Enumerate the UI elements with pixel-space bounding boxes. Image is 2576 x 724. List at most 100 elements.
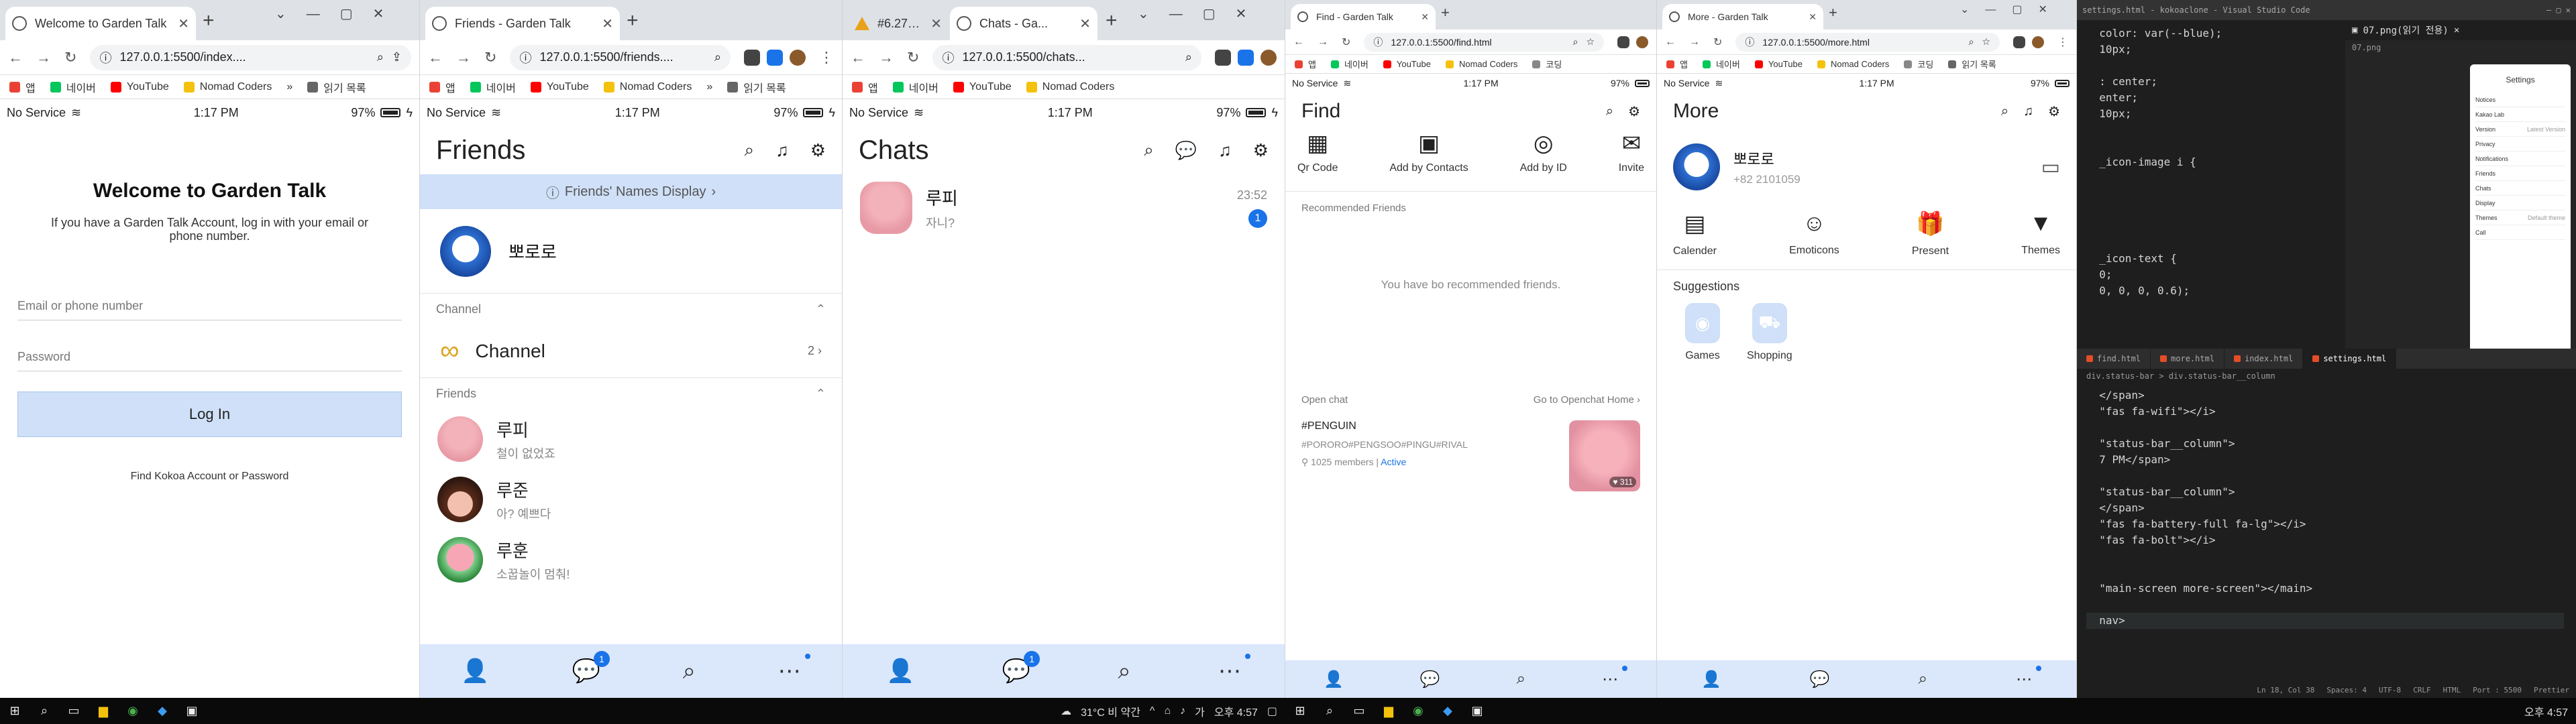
browser-tab[interactable]: Friends - Garden Talk ✕ (425, 7, 620, 40)
code-editor-top[interactable]: color: var(--blue); 10px; : center; ente… (2077, 20, 2345, 349)
back-icon[interactable]: ← (851, 49, 865, 66)
channel-section-header[interactable]: Channel ⌃ (420, 294, 842, 324)
present-button[interactable]: 🎁 Present (1912, 210, 1949, 257)
gear-icon[interactable]: ⚙ (2048, 103, 2060, 120)
file-explorer-icon[interactable]: ▆ (1379, 702, 1398, 721)
weather-text[interactable]: 31°C 비 약간 (1081, 703, 1140, 719)
nav-more-icon[interactable]: ⋯ (2016, 665, 2042, 689)
app-icon[interactable]: ▣ (1468, 702, 1487, 721)
bookmark-nomad[interactable]: Nomad Coders (1026, 81, 1114, 93)
window-controls[interactable]: ⌄—▢✕ (275, 5, 404, 22)
search-icon[interactable]: ⌕ (1606, 104, 1613, 119)
bookmark-naver[interactable]: 네이버 (892, 79, 938, 95)
reload-icon[interactable]: ↻ (907, 49, 919, 66)
bookmark-coding[interactable]: 코딩 (1532, 58, 1562, 70)
vscode-icon[interactable]: ◆ (1438, 702, 1457, 721)
search-icon[interactable]: ⌕ (1185, 50, 1192, 64)
profile-avatar-icon[interactable] (2032, 36, 2044, 48)
emoticons-button[interactable]: ☺ Emoticons (1789, 210, 1839, 257)
calendar-button[interactable]: ▤ Calender (1673, 210, 1717, 257)
nav-chats-icon[interactable]: 💬 (1810, 670, 1830, 689)
themes-button[interactable]: ▼ Themes (2021, 210, 2060, 257)
editor-tab[interactable]: find.html (2077, 349, 2151, 369)
friends-section-header[interactable]: Friends ⌃ (420, 378, 842, 409)
music-icon[interactable]: ♫ (1218, 140, 1232, 161)
ime-indicator-icon[interactable]: 가 (1195, 703, 1205, 719)
search-icon[interactable]: ⌕ (1144, 139, 1154, 161)
status-item[interactable]: Spaces: 4 (2326, 686, 2367, 695)
menu-icon[interactable]: ⋮ (2057, 36, 2068, 49)
search-icon[interactable]: ⌕ (377, 50, 384, 64)
forward-icon[interactable]: → (1318, 36, 1328, 48)
open-chat-item[interactable]: #PENGUIN #PORORO#PENGSOO#PINGU#RIVAL ⚲ 1… (1285, 410, 1656, 502)
login-button[interactable]: Log In (17, 391, 402, 437)
chat-bubble-icon[interactable]: ▭ (2041, 156, 2060, 179)
openchat-home-link[interactable]: Go to Openchat Home › (1534, 394, 1640, 406)
windows-start-icon[interactable]: ⊞ (5, 702, 24, 721)
forward-icon[interactable]: → (879, 49, 894, 66)
forward-icon[interactable]: → (36, 49, 51, 66)
browser-tab[interactable]: Welcome to Garden Talk ✕ (5, 7, 196, 40)
bookmark-apps[interactable]: 앱 (429, 79, 455, 95)
status-item[interactable]: CRLF (2413, 686, 2431, 695)
bookmark-naver[interactable]: 네이버 (50, 79, 96, 95)
address-bar[interactable]: ⓘ 127.0.0.1:5500/chats... ⌕ (932, 44, 1201, 70)
close-tab-icon[interactable]: ✕ (1079, 15, 1091, 32)
chat-list-item[interactable]: 루피 자니? 23:52 1 (843, 174, 1285, 241)
address-bar[interactable]: ⓘ 127.0.0.1:5500/find.html ⌕ ☆ (1364, 32, 1604, 52)
clock-text[interactable]: 오후 4:57 (1214, 703, 1258, 719)
reload-icon[interactable]: ↻ (1342, 36, 1350, 49)
extension-icon[interactable] (2013, 36, 2025, 48)
bookmark-reading-list[interactable]: 읽기 목록 (1948, 58, 1996, 70)
nav-friends-icon[interactable]: 👤 (1324, 670, 1344, 689)
browser-tab[interactable]: Chats - Ga... ✕ (950, 7, 1097, 40)
search-icon[interactable]: ⌕ (745, 139, 755, 161)
shopping-button[interactable]: ⛟ Shopping (1747, 303, 1792, 362)
bookmark-apps[interactable]: 앱 (9, 79, 36, 95)
bookmark-reading-list[interactable]: 읽기 목록 (307, 79, 366, 95)
back-icon[interactable]: ← (1293, 36, 1304, 48)
nav-more-icon[interactable]: ⋯ (1602, 665, 1628, 689)
bookmark-naver[interactable]: 네이버 (1330, 58, 1368, 70)
preview-tab[interactable]: ▣ 07.png(읽기 전용) ✕ (2345, 20, 2576, 40)
search-icon[interactable]: ⌕ (714, 50, 721, 64)
editor-tab[interactable]: more.html (2151, 349, 2225, 369)
search-icon[interactable]: ⌕ (2001, 104, 2008, 119)
list-item[interactable]: 루피 철이 없었죠 (420, 409, 842, 469)
search-icon[interactable]: ⌕ (35, 702, 54, 721)
new-tab-button[interactable]: + (203, 9, 215, 32)
nav-friends-icon[interactable]: 👤 (461, 658, 489, 684)
star-icon[interactable]: ☆ (1982, 36, 1990, 48)
forward-icon[interactable]: → (1689, 36, 1700, 48)
menu-icon[interactable]: ⋮ (819, 49, 834, 66)
close-tab-icon[interactable]: ✕ (602, 15, 613, 32)
bookmark-coding[interactable]: 코딩 (1904, 58, 1933, 70)
app-icon[interactable]: ▣ (182, 702, 201, 721)
address-bar[interactable]: ⓘ 127.0.0.1:5500/more.html ⌕ ☆ (1735, 32, 2000, 52)
windows-start-icon[interactable]: ⊞ (1291, 702, 1309, 721)
nav-friends-icon[interactable]: 👤 (886, 658, 914, 684)
back-icon[interactable]: ← (8, 49, 23, 66)
bookmark-apps[interactable]: 앱 (852, 79, 878, 95)
window-controls[interactable]: ⌄—▢✕ (1960, 3, 2063, 16)
my-profile[interactable]: 뽀로로 (420, 209, 842, 294)
add-by-id-button[interactable]: ◎ Add by ID (1520, 130, 1567, 191)
new-tab-button[interactable]: + (1106, 9, 1118, 32)
close-tab-icon[interactable]: ✕ (178, 15, 189, 32)
names-display-banner[interactable]: ⓘ Friends' Names Display › (420, 174, 842, 209)
bookmark-youtube[interactable]: YouTube (953, 81, 1012, 93)
back-icon[interactable]: ← (428, 49, 443, 66)
add-by-contacts-button[interactable]: ▣ Add by Contacts (1389, 130, 1468, 191)
editor-tab[interactable]: index.html (2224, 349, 2304, 369)
reload-icon[interactable]: ↻ (1713, 36, 1722, 49)
browser-tab[interactable]: More - Garden Talk ✕ (1662, 4, 1823, 29)
nav-chats-icon[interactable]: 💬 (1420, 670, 1440, 689)
bookmark-nomad[interactable]: Nomad Coders (1445, 59, 1517, 69)
close-icon[interactable]: ✕ (2454, 25, 2459, 36)
nav-chats-icon[interactable]: 💬 1 (572, 651, 610, 684)
new-tab-button[interactable]: + (1829, 4, 1837, 21)
reload-icon[interactable]: ↻ (484, 49, 496, 66)
search-icon[interactable]: ⌕ (1320, 702, 1339, 721)
channel-row[interactable]: ∞ Channel 2 › (420, 324, 842, 378)
nav-find-icon[interactable]: ⌕ (1919, 670, 1927, 688)
